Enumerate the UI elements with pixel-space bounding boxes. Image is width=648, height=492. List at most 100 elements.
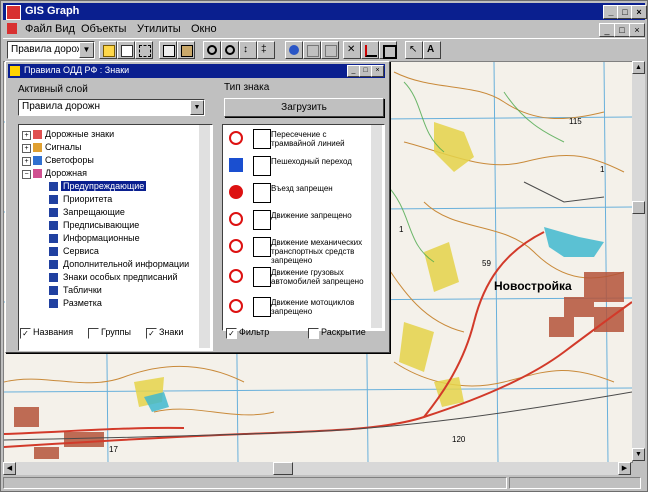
zoom-in-tool[interactable] [203,41,221,59]
tree-node[interactable]: Сервиса [63,246,99,256]
map-number: 120 [452,435,466,444]
scroll-left-icon[interactable]: ◀ [3,462,16,475]
child-close-button[interactable]: × [371,65,384,77]
text-tool[interactable]: A [423,41,441,59]
scroll-thumb[interactable] [632,201,645,214]
menu-file[interactable]: Файл [25,23,52,35]
paste-tool[interactable] [177,41,195,59]
sign-row[interactable]: Въезд запрещен [223,181,371,205]
tree-node[interactable]: Запрещающие [63,207,125,217]
scale-icon: ‡ [261,44,267,55]
scroll-right-icon[interactable]: ▶ [618,462,631,475]
close-button[interactable]: × [631,5,647,19]
scroll-thumb[interactable] [273,462,293,475]
filter-checkbox[interactable]: ✓ [226,328,237,339]
tree-node[interactable]: Дополнительной информации [63,259,189,269]
sign-row[interactable]: Пересечение с трамвайной линией [223,127,371,151]
map-number: 115 [569,117,582,126]
copy-tool[interactable] [159,41,177,59]
layer-tool-2[interactable] [321,41,339,59]
title-bar[interactable]: GIS Graph _ □ × [3,3,647,20]
tree-node-selected[interactable]: Предупреждающие [61,181,147,191]
layer-tool-1[interactable] [303,41,321,59]
expand-icon[interactable]: + [22,144,31,153]
folder-icon [33,169,42,178]
tree-node[interactable]: Сигналы [45,142,82,152]
menu-utilities[interactable]: Утилиты [137,23,181,35]
menu-objects[interactable]: Объекты [81,23,126,35]
sign-group-icon [49,273,58,282]
names-checkbox[interactable]: ✓ [20,328,31,339]
window-tool[interactable] [379,41,397,59]
printer-icon [121,45,133,57]
layer-icon [307,45,319,57]
doc-minimize-button[interactable]: _ [599,23,615,37]
chevron-down-icon[interactable]: ▼ [190,100,204,115]
no-trucks-icon [229,269,243,283]
pointer-tool[interactable]: ↖ [405,41,423,59]
scroll-up-icon[interactable]: ▲ [632,61,645,74]
layer-tree[interactable]: + Дорожные знаки + Сигналы + Светофоры −… [18,124,213,351]
tree-node[interactable]: Приоритета [63,194,112,204]
tree-node[interactable]: Дорожные знаки [45,129,114,139]
tree-node[interactable]: Разметка [63,298,102,308]
window-title: GIS Graph [25,5,80,17]
sign-picture [253,156,271,176]
scale-tool[interactable]: ‡ [257,41,275,59]
menu-window[interactable]: Окно [191,23,217,35]
sign-row[interactable]: Пешеходный переход [223,154,371,178]
cross-icon: ✕ [347,44,356,55]
scroll-down-icon[interactable]: ▼ [632,448,645,461]
pan-tool[interactable]: ↕ [239,41,257,59]
print-tool[interactable] [117,41,135,59]
tree-node[interactable]: Информационные [63,233,140,243]
red-ring-icon [229,212,243,226]
tree-node[interactable]: Таблички [63,285,102,295]
tree-node[interactable]: Знаки особых предписаний [63,272,177,282]
chart-tool[interactable] [361,41,379,59]
signs-window-title-bar[interactable]: Правила ОДД РФ : Знаки _ □ × [8,64,385,78]
tree-scrollbar[interactable] [199,125,210,348]
sign-text: Движение грузовых автомобилей запрещено [271,268,364,286]
sign-type-label: Тип знака [224,82,270,93]
signs-checkbox[interactable]: ✓ [146,328,157,339]
names-checkbox-label: Названия [33,327,74,337]
cross-tool[interactable]: ✕ [343,41,361,59]
expand-checkbox-label: Раскрытие [321,327,366,337]
doc-close-button[interactable]: × [629,23,645,37]
tree-node[interactable]: Предписывающие [63,220,139,230]
sign-text: Движение мотоциклов запрещено [271,298,355,316]
doc-restore-button[interactable]: □ [614,23,630,37]
map-horizontal-scrollbar[interactable]: ◀ ▶ [3,462,631,475]
expand-icon[interactable]: + [22,157,31,166]
map-number: 1 [600,165,605,174]
sign-row[interactable]: Движение грузовых автомобилей запрещено [223,265,371,289]
sign-row[interactable]: Движение механических транспортных средс… [223,235,371,265]
menu-view[interactable]: Вид [55,23,75,35]
map-number: 1 [399,225,404,234]
open-tool[interactable] [99,41,117,59]
document-icon[interactable] [7,23,17,34]
sign-group-icon [49,260,58,269]
tree-node[interactable]: Дорожная [45,168,87,178]
signs-scrollbar[interactable] [371,125,382,328]
folder-icon [33,130,42,139]
collapse-icon[interactable]: − [22,170,31,179]
tree-node[interactable]: Светофоры [45,155,94,165]
map-vertical-scrollbar[interactable]: ▲ ▼ [632,61,645,461]
active-layer-select[interactable]: Правила дорожн ▼ [18,99,205,116]
signs-list[interactable]: Пересечение с трамвайной линией Пешеходн… [222,124,385,331]
chevron-down-icon[interactable]: ▼ [79,42,94,58]
globe-tool[interactable] [285,41,303,59]
no-vehicles-icon [229,239,243,253]
sign-row[interactable]: Движение запрещено [223,208,371,232]
select-tool[interactable] [135,41,153,59]
layer-combo[interactable]: Правила дорожн ▼ [7,41,95,59]
expand-checkbox[interactable] [308,328,319,339]
sign-row[interactable]: Движение мотоциклов запрещено [223,295,371,319]
load-button[interactable]: Загрузить [224,98,384,117]
zoom-out-tool[interactable] [221,41,239,59]
expand-icon[interactable]: + [22,131,31,140]
sign-picture [253,210,271,230]
groups-checkbox[interactable] [88,328,99,339]
